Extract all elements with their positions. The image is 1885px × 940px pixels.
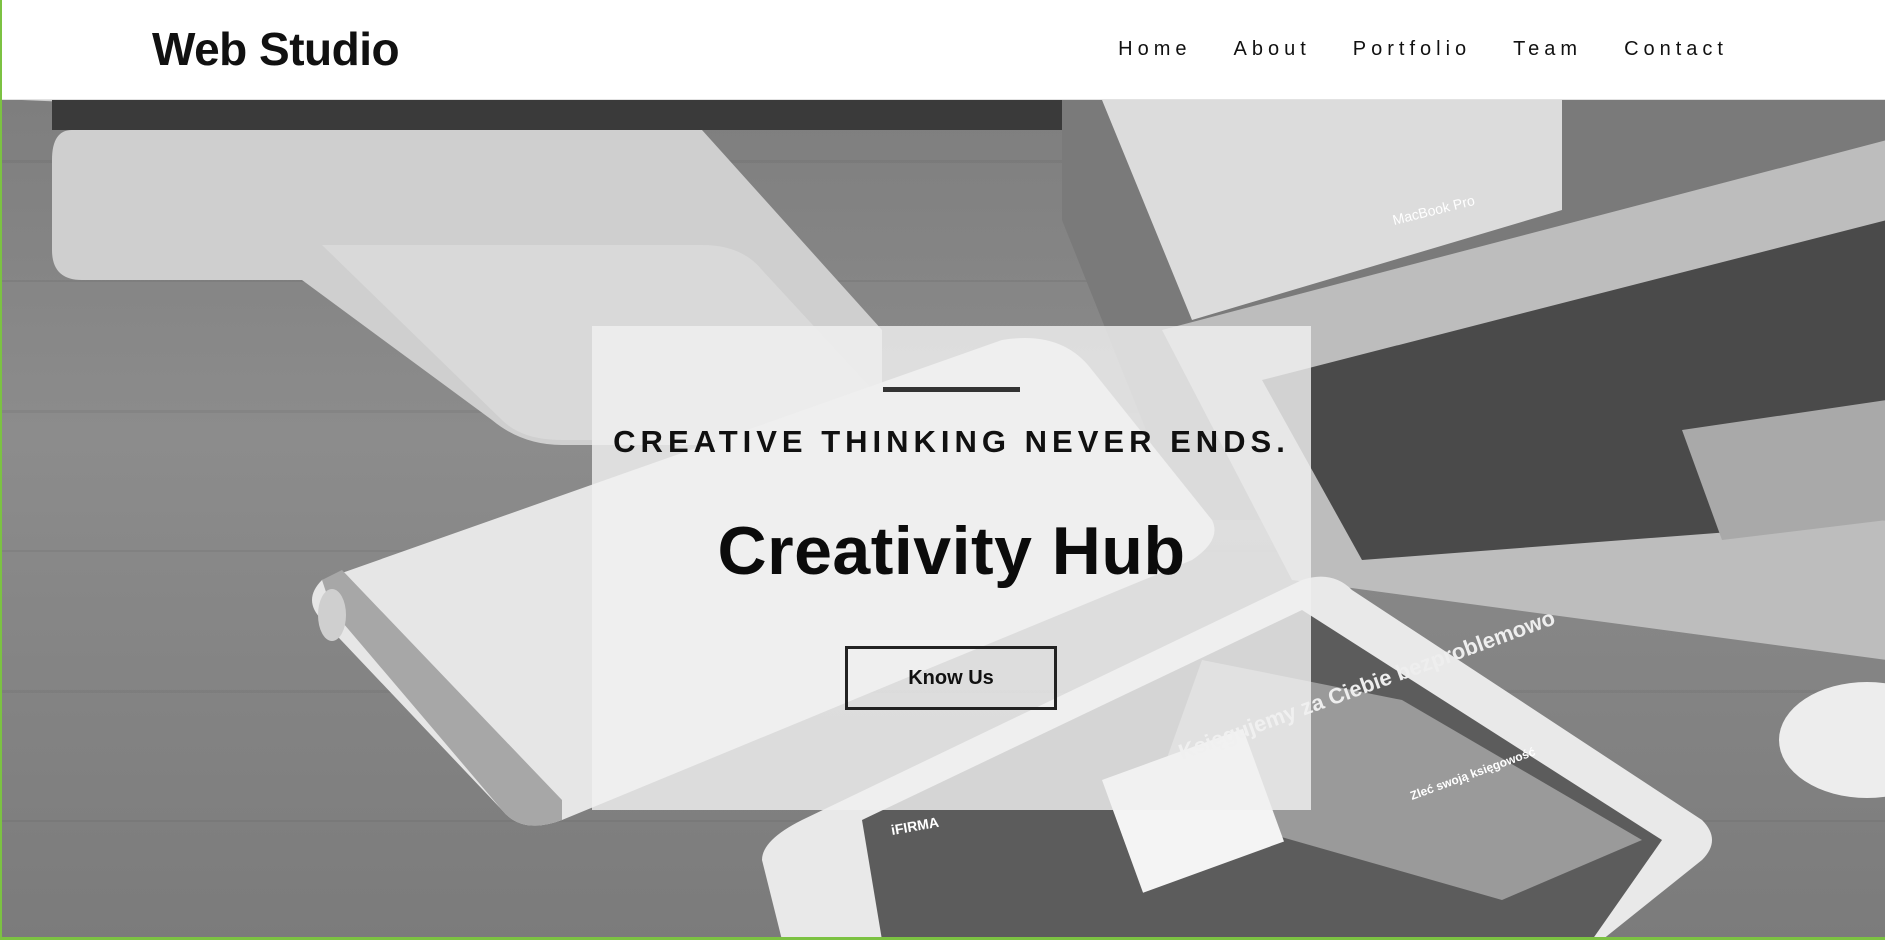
nav-link-home[interactable]: Home <box>1118 38 1191 61</box>
nav-link-team[interactable]: Team <box>1513 38 1582 61</box>
card-divider <box>883 387 1020 392</box>
page-frame: Web Studio Home About Portfolio Team Con… <box>0 0 1885 940</box>
mouse-illustration <box>1779 682 1885 798</box>
nav-link-about[interactable]: About <box>1234 38 1311 61</box>
site-header: Web Studio Home About Portfolio Team Con… <box>2 0 1885 100</box>
site-logo[interactable]: Web Studio <box>152 22 400 76</box>
nav-link-portfolio[interactable]: Portfolio <box>1353 38 1471 61</box>
hero-title: Creativity Hub <box>717 513 1186 589</box>
main-nav: Home About Portfolio Team Contact <box>1118 38 1728 61</box>
hero-section: MacBook Pro Księgujemy za Ciebie bezprob… <box>2 100 1885 937</box>
hero-tagline: CREATIVE THINKING NEVER ENDS. <box>613 424 1290 459</box>
hero-card: CREATIVE THINKING NEVER ENDS. Creativity… <box>592 326 1311 810</box>
know-us-button[interactable]: Know Us <box>845 646 1057 710</box>
nav-link-contact[interactable]: Contact <box>1624 38 1728 61</box>
